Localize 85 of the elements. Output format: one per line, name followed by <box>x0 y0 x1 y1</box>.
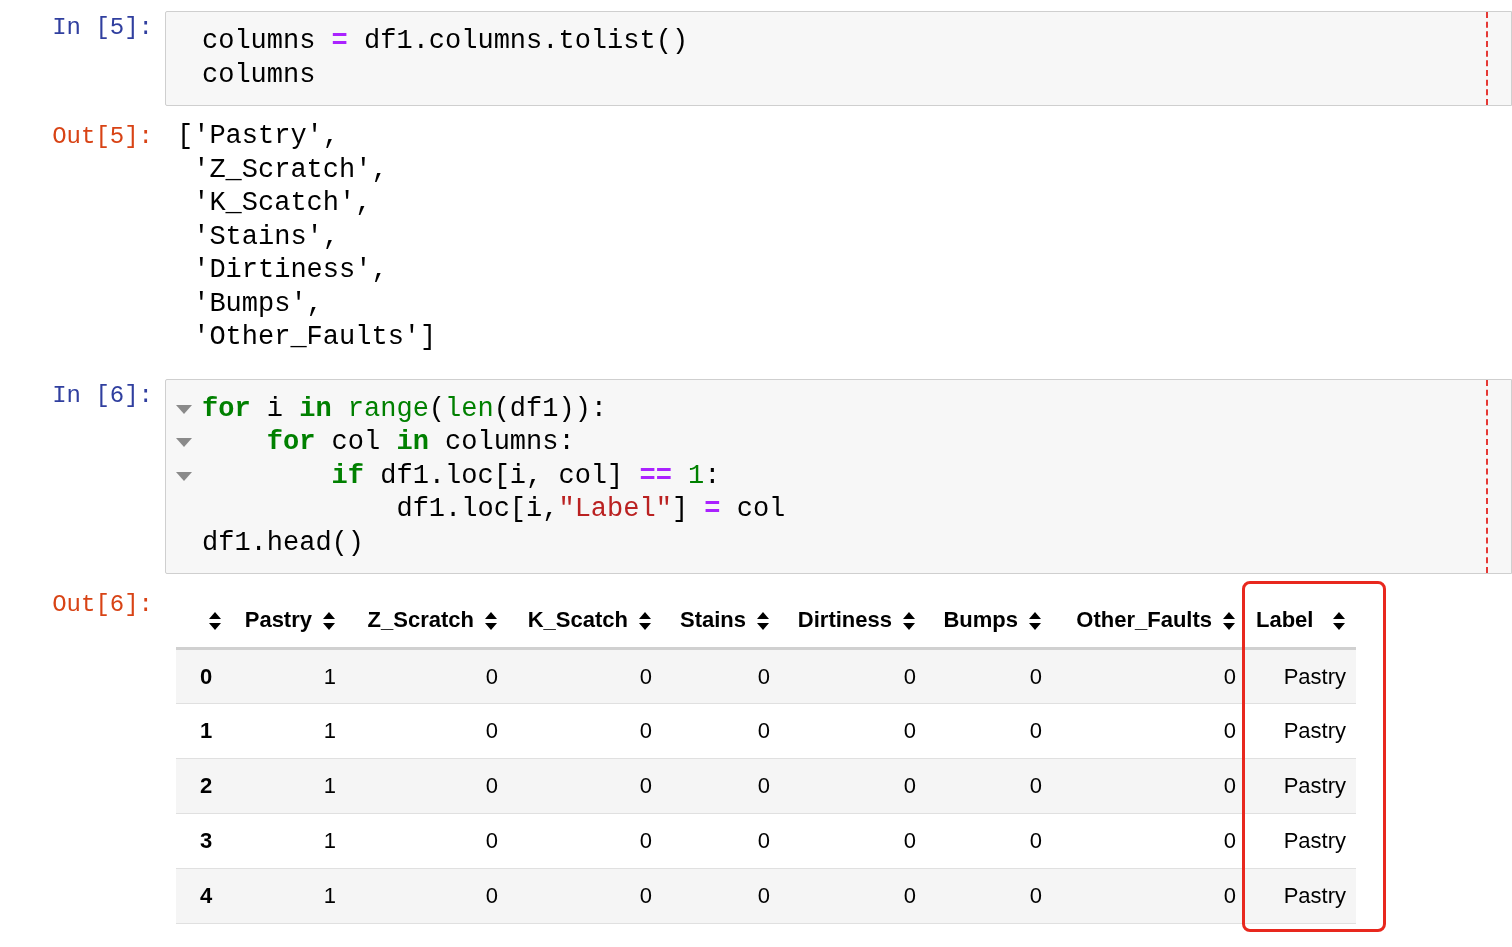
cell-prompt: In [6]: <box>52 381 153 409</box>
code-line: df1.head() <box>202 526 365 560</box>
column-header: Pastry <box>244 606 312 632</box>
table-cell: 0 <box>1223 663 1236 689</box>
code-line: for col in columns: <box>265 426 575 460</box>
column-header: Dirtiness <box>797 606 892 632</box>
table-cell: Pastry <box>1283 718 1346 743</box>
sort-icon[interactable] <box>484 610 498 631</box>
code-cell-input[interactable]: for i in range(len(df1)): for col in columns: if df1.loc[i, col] == 1: df1.loc[i,"Label"] = col df1.head() <box>165 378 1512 574</box>
sort-icon[interactable] <box>756 610 770 631</box>
output-line: 'Dirtiness', <box>192 255 388 285</box>
column-header: Label <box>1256 605 1314 634</box>
sort-icon[interactable] <box>322 610 336 631</box>
column-header: Other_Faults <box>1076 606 1212 632</box>
table-cell: 0 <box>1223 883 1236 908</box>
table-cell: 0 <box>903 718 916 743</box>
output-line: ['Pastry', <box>177 121 340 151</box>
code-cell-input[interactable]: columns = df1.columns.tolist() columns <box>165 11 1512 106</box>
sort-icon[interactable] <box>1222 610 1236 631</box>
sort-icon[interactable] <box>1332 610 1346 631</box>
table-cell: 0 <box>485 773 498 798</box>
table-cell: 0 <box>757 773 770 798</box>
sort-icon[interactable] <box>638 610 652 631</box>
table-cell: 0 <box>903 883 916 908</box>
output-line: 'K_Scatch', <box>192 188 372 218</box>
table-cell: 0 <box>1223 828 1236 853</box>
table-cell: 0 <box>485 718 498 743</box>
fold-triangle-icon[interactable] <box>176 438 192 448</box>
row-index: 1 <box>200 718 213 743</box>
table-cell: 0 <box>485 663 498 689</box>
table-cell: 0 <box>1223 718 1236 743</box>
table-cell: 0 <box>757 663 770 689</box>
table-cell: 1 <box>323 773 336 798</box>
table-cell: 0 <box>757 828 770 853</box>
column-header: Stains <box>679 606 746 632</box>
cell-prompt: Out[5]: <box>52 123 153 150</box>
table-cell: 0 <box>639 718 652 743</box>
code-line: columns <box>202 58 316 92</box>
table-cell: 0 <box>1029 883 1042 908</box>
table-cell: 0 <box>485 828 498 853</box>
fold-triangle-icon[interactable] <box>176 404 192 414</box>
output-line: 'Stains', <box>192 221 340 252</box>
table-cell: Pastry <box>1283 883 1346 908</box>
table-cell: 1 <box>323 828 336 853</box>
table-cell: Pastry <box>1283 773 1346 798</box>
table-cell: 0 <box>485 883 498 908</box>
code-line: columns = df1.columns.tolist() <box>202 25 689 59</box>
table-cell: 0 <box>639 828 652 853</box>
table-cell: 0 <box>903 828 916 853</box>
table-cell: 1 <box>323 883 336 908</box>
sort-icon[interactable] <box>902 610 916 631</box>
cell-prompt: Out[6]: <box>52 591 153 618</box>
table-cell: Pastry <box>1283 828 1346 853</box>
column-header: Z_Scratch <box>367 606 474 632</box>
table-cell: 0 <box>903 663 916 689</box>
code-line: df1.loc[i,"Label"] = col <box>395 493 786 527</box>
table-cell: 1 <box>323 718 336 743</box>
table-cell: 0 <box>1029 828 1042 853</box>
row-index: 2 <box>200 773 213 798</box>
sort-icon[interactable] <box>1028 610 1042 631</box>
table-cell: Pastry <box>1283 663 1346 689</box>
table-cell: 1 <box>323 663 336 689</box>
code-line: for i in range(len(df1)): <box>202 392 608 426</box>
sort-icon[interactable] <box>208 610 222 631</box>
table-cell: 0 <box>1029 773 1042 798</box>
table-cell: 0 <box>639 883 652 908</box>
output-line: 'Other_Faults'] <box>192 322 437 352</box>
row-index: 3 <box>200 828 213 853</box>
code-line: if df1.loc[i, col] == 1: <box>330 459 721 493</box>
output-line: 'Bumps', <box>192 288 323 319</box>
row-index: 4 <box>200 883 213 908</box>
cell-prompt: In [5]: <box>52 14 153 41</box>
table-cell: 0 <box>1029 718 1042 743</box>
table-cell: 0 <box>903 773 916 798</box>
fold-triangle-icon[interactable] <box>176 471 192 481</box>
column-header: Bumps <box>943 606 1018 632</box>
table-cell: 0 <box>757 718 770 743</box>
output-line: 'Z_Scratch', <box>192 154 388 185</box>
table-cell: 0 <box>639 663 652 689</box>
row-index: 0 <box>200 663 213 689</box>
table-cell: 0 <box>639 773 652 798</box>
column-header: K_Scatch <box>527 606 628 632</box>
table-cell: 0 <box>1029 663 1042 689</box>
table-cell: 0 <box>1223 773 1236 798</box>
table-cell: 0 <box>757 883 770 908</box>
